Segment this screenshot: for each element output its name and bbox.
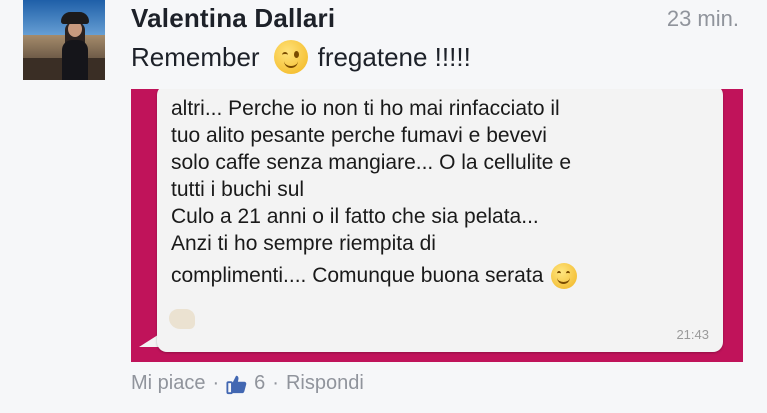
chat-message-bubble: altri... Perche io non ti ho mai rinfacc…: [157, 89, 723, 352]
post-timestamp[interactable]: 23 min.: [667, 6, 739, 32]
message-line: solo caffe senza mangiare... O la cellul…: [171, 151, 571, 174]
message-line: Culo a 21 anni o il fatto che sia pelata…: [171, 205, 539, 228]
comment-actions: Mi piace · 6 · Rispondi: [131, 372, 364, 395]
like-count[interactable]: 6: [254, 372, 265, 395]
comment-text: Remember fregatene !!!!!: [131, 40, 471, 74]
smile-emoji-icon: [551, 262, 578, 289]
comment-text-start: Remember: [131, 41, 260, 72]
comment-text-end: fregatene !!!!!: [317, 41, 471, 72]
message-line: altri... Perche io non ti ho mai rinfacc…: [171, 97, 560, 120]
avatar-person: [59, 12, 91, 80]
chat-message-text: altri... Perche io non ti ho mai rinfacc…: [171, 95, 711, 289]
thumbs-up-icon[interactable]: [226, 373, 248, 395]
wink-emoji-icon: [273, 40, 308, 74]
separator-dot: ·: [212, 372, 220, 394]
separator-dot: ·: [272, 372, 279, 394]
message-line: tuo alito pesante perche fumavi e bevevi: [171, 124, 547, 147]
hand-emoji-icon: [169, 309, 195, 329]
message-line: tutti i buchi sul: [171, 178, 305, 201]
attached-screenshot-image[interactable]: altri... Perche io non ti ho mai rinfacc…: [131, 89, 743, 362]
author-name[interactable]: Valentina Dallari: [131, 3, 335, 34]
message-line: Anzi ti ho sempre riempita di: [171, 232, 436, 255]
like-link[interactable]: Mi piace: [131, 372, 205, 395]
author-avatar[interactable]: [23, 0, 105, 80]
message-time: 21:43: [676, 327, 709, 342]
reply-link[interactable]: Rispondi: [286, 372, 364, 395]
message-line: complimenti.... Comunque buona serata: [171, 264, 544, 287]
message-last-line: complimenti.... Comunque buona serata: [171, 262, 711, 289]
